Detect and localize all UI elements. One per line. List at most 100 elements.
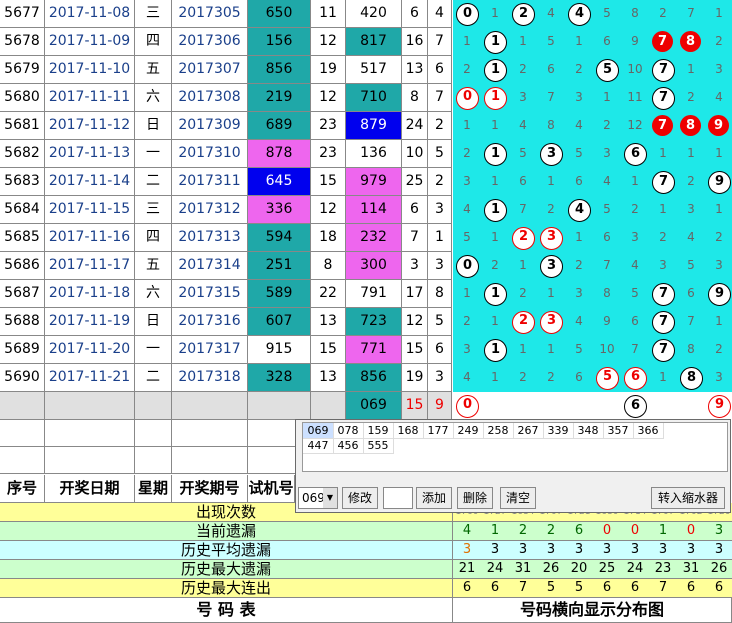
cell-n1: 11 <box>311 0 346 28</box>
number-ball: 1 <box>484 87 507 110</box>
dist-cell: 2 <box>453 56 481 84</box>
add-button[interactable]: 添加 <box>416 487 452 509</box>
cell-wk: 四 <box>135 28 172 56</box>
number-ball: 7 <box>652 339 675 362</box>
table-row: 5677 2017-11-08 三 2017305 650 11 420 6 4 0 1 2 4 4 5 8 2… <box>0 0 732 28</box>
cell-id: 5690 <box>0 364 45 392</box>
cell-iss: 2017316 <box>172 308 248 336</box>
stat-value: 21 <box>453 560 481 579</box>
cell-win: 723 <box>346 308 402 336</box>
combo-cell[interactable]: 069 <box>303 423 334 439</box>
dist-cell: 3 <box>453 168 481 196</box>
cell-n3: 3 <box>428 364 452 392</box>
combo-cell[interactable]: 357 <box>603 423 634 439</box>
table-row: 5688 2017-11-19 日 2017316 607 13 723 12 5 2 1 2 3 4 9 6… <box>0 308 732 336</box>
cell-id: 5677 <box>0 0 45 28</box>
cell-n3: 6 <box>428 56 452 84</box>
combination-popup[interactable]: 069 078 159 168 177 249 258 267 339 348 357 366 447 4… <box>295 419 731 513</box>
transfer-button[interactable]: 转入缩水器 <box>651 487 725 509</box>
dist-cell: 4 <box>453 196 481 224</box>
stat-name: 历史平均遗漏 <box>0 541 453 560</box>
combo-cell[interactable]: 267 <box>513 423 544 439</box>
cell-iss: 2017313 <box>172 224 248 252</box>
dist-cell: 6 <box>565 364 593 392</box>
dist-cell: 6 <box>621 140 649 168</box>
dist-cell: 5 <box>677 252 705 280</box>
dist-cell: 1 <box>649 196 677 224</box>
cell-n2: 15 <box>402 336 428 364</box>
chevron-down-icon[interactable]: ▼ <box>323 488 337 508</box>
number-ball: 3 <box>540 255 563 278</box>
dist-cell: 5 <box>509 140 537 168</box>
dist-cell: 0 <box>453 0 481 28</box>
dist-cell: 4 <box>565 0 593 28</box>
cell-n2: 10 <box>402 140 428 168</box>
dist-cell: 7 <box>649 168 677 196</box>
combination-list[interactable]: 069 078 159 168 177 249 258 267 339 348 357 366 447 4… <box>302 422 728 472</box>
stat-value: 1 <box>481 522 509 541</box>
combo-cell[interactable]: 339 <box>543 423 574 439</box>
number-ball: 7 <box>652 87 675 110</box>
dist-cell: 7 <box>649 56 677 84</box>
dist-cell: 6 <box>677 280 705 308</box>
combo-cell[interactable]: 159 <box>363 423 394 439</box>
clear-button[interactable]: 清空 <box>500 487 536 509</box>
stat-value: 24 <box>481 560 509 579</box>
number-ball: 1 <box>484 59 507 82</box>
cell-win: 232 <box>346 224 402 252</box>
stat-value: 3 <box>481 541 509 560</box>
cell-date: 2017-11-15 <box>45 196 135 224</box>
cell-id: 5689 <box>0 336 45 364</box>
table-row: 5678 2017-11-09 四 2017306 156 12 817 16 7 1 1 1 5 1 6 9… <box>0 28 732 56</box>
combo-cell[interactable]: 249 <box>453 423 484 439</box>
dist-cell: 7 <box>509 196 537 224</box>
stat-value: 31 <box>677 560 705 579</box>
dist-cell: 2 <box>509 0 537 28</box>
cell-test: 328 <box>248 364 311 392</box>
footer-row: 号 码 表号码横向显示分布图 <box>0 598 732 623</box>
combo-input[interactable] <box>383 487 413 509</box>
cell-date: 2017-11-13 <box>45 140 135 168</box>
cell-iss: 2017311 <box>172 168 248 196</box>
cell-id: 5681 <box>0 112 45 140</box>
stat-value: 6 <box>705 579 732 598</box>
dist-cell: 1 <box>481 196 509 224</box>
footer-right: 号码横向显示分布图 <box>453 598 732 623</box>
column-header: 星期 <box>135 475 172 503</box>
dist-cell: 5 <box>453 224 481 252</box>
cell-wk: 五 <box>135 56 172 84</box>
cell-test: 878 <box>248 140 311 168</box>
combo-cell[interactable]: 555 <box>363 438 394 454</box>
number-ball: 7 <box>652 171 675 194</box>
cell-id: 5680 <box>0 84 45 112</box>
stat-value: 0 <box>677 522 705 541</box>
combo-cell[interactable]: 366 <box>633 423 664 439</box>
dist-cell: 3 <box>705 364 732 392</box>
column-header: 序号 <box>0 475 45 503</box>
dist-cell: 0 <box>453 392 481 420</box>
blank-cell <box>172 420 248 447</box>
combo-cell[interactable]: 456 <box>333 438 364 454</box>
cell-win: 300 <box>346 252 402 280</box>
dist-cell <box>649 392 677 420</box>
number-ball: 4 <box>568 199 591 222</box>
modify-button[interactable]: 修改 <box>342 487 378 509</box>
cell-n2: 17 <box>402 280 428 308</box>
combo-cell[interactable]: 078 <box>333 423 364 439</box>
column-header: 开奖期号 <box>172 475 248 503</box>
dist-cell: 4 <box>537 0 565 28</box>
number-ball: 7 <box>652 311 675 334</box>
combo-select[interactable]: 069 ▼ <box>298 487 338 509</box>
combo-cell[interactable]: 348 <box>573 423 604 439</box>
combo-cell[interactable]: 177 <box>423 423 454 439</box>
number-ball: 8 <box>680 31 701 52</box>
combo-cell[interactable]: 168 <box>393 423 424 439</box>
dist-cell: 5 <box>593 196 621 224</box>
combo-cell[interactable]: 258 <box>483 423 514 439</box>
stat-value: 2 <box>509 522 537 541</box>
cell-id: 5683 <box>0 168 45 196</box>
delete-button[interactable]: 删除 <box>457 487 493 509</box>
prediction-row: 069 15 9 0 6 9 <box>0 392 732 420</box>
dist-cell: 6 <box>509 168 537 196</box>
combo-cell[interactable]: 447 <box>303 438 334 454</box>
